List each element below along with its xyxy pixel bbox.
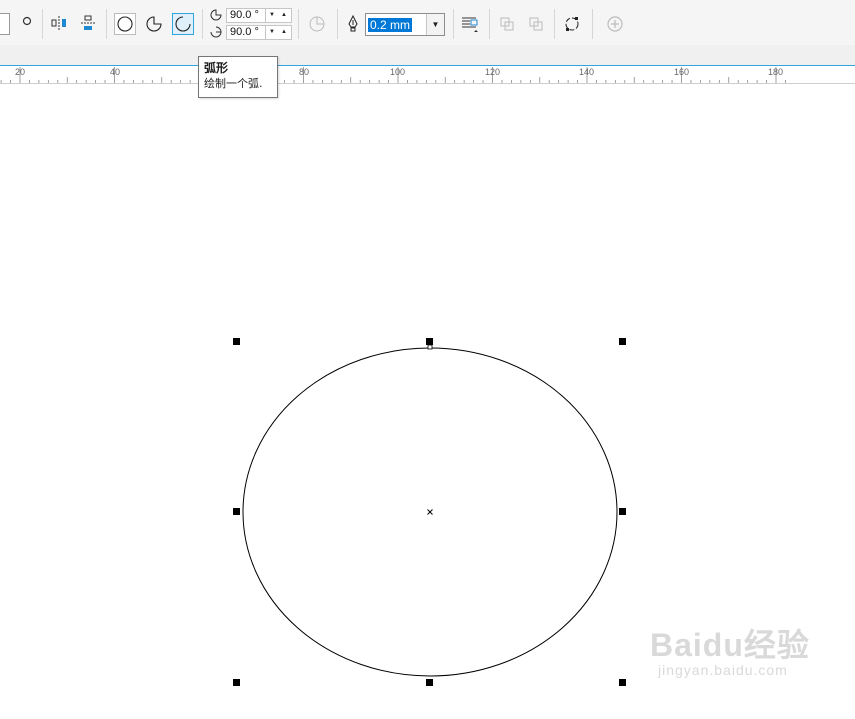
watermark-brand: Baidu经验 [650, 627, 810, 663]
selection-handle[interactable] [619, 508, 626, 515]
outline-width-value[interactable]: 0.2 mm [368, 18, 413, 32]
selection-handle[interactable] [233, 338, 240, 345]
pie-icon [146, 16, 162, 32]
ruler-label: 40 [110, 67, 121, 77]
lock-ratio-icon[interactable] [20, 14, 34, 28]
end-angle-down-arrow[interactable]: ▼ [266, 26, 278, 39]
to-front-icon[interactable] [496, 13, 518, 35]
arc-toggle-button[interactable] [172, 13, 194, 35]
center-marker [427, 509, 433, 515]
start-angle-icon [209, 8, 223, 22]
end-angle-icon [209, 25, 223, 39]
ruler-label: 120 [485, 67, 501, 77]
arc-icon [175, 16, 191, 32]
selection-handle[interactable] [619, 338, 626, 345]
change-direction-icon[interactable] [306, 13, 328, 35]
watermark: Baidu经验 jingyan.baidu.com [650, 628, 810, 678]
start-angle-field[interactable]: 90.0 ° ▼ ▲ [226, 8, 292, 23]
drawing-canvas[interactable] [0, 83, 855, 719]
convert-to-curves-icon[interactable] [561, 13, 583, 35]
tooltip-title: 弧形 [204, 61, 229, 75]
end-angle-field[interactable]: 90.0 ° ▼ ▲ [226, 25, 292, 40]
watermark-url: jingyan.baidu.com [658, 662, 788, 678]
end-angle-value: 90.0 ° [230, 26, 259, 38]
add-icon[interactable] [604, 13, 626, 35]
ruler-label: 160 [674, 67, 690, 77]
node-marker[interactable] [427, 344, 433, 350]
chevron-down-icon[interactable]: ▼ [426, 14, 444, 35]
outline-width-dropdown[interactable]: 0.2 mm ▼ [365, 13, 445, 36]
object-size-box-icon[interactable] [0, 13, 10, 35]
property-bar: 90.0 ° ▼ ▲ 90.0 ° ▼ ▲ 0.2 mm ▼ [0, 0, 855, 47]
start-angle-down-arrow[interactable]: ▼ [266, 9, 278, 22]
selection-handle[interactable] [233, 679, 240, 686]
ruler-label: 140 [579, 67, 595, 77]
selection-handle[interactable] [426, 338, 433, 345]
ruler-label: 80 [299, 67, 310, 77]
mirror-horizontal-icon[interactable] [49, 13, 69, 33]
toolbar-gap [0, 45, 855, 65]
ellipse-icon [117, 16, 133, 32]
ruler-label: 180 [768, 67, 784, 77]
to-back-icon[interactable] [525, 13, 547, 35]
selection-handle[interactable] [233, 508, 240, 515]
pie-toggle-button[interactable] [143, 13, 165, 35]
ellipse-toggle-button[interactable] [114, 13, 136, 35]
selection-handle[interactable] [619, 679, 626, 686]
tooltip-description: 绘制一个弧. [204, 77, 263, 90]
mirror-vertical-icon[interactable] [78, 13, 98, 33]
start-angle-value: 90.0 ° [230, 9, 259, 21]
pen-outline-icon [345, 14, 361, 34]
start-angle-up-arrow[interactable]: ▲ [278, 9, 290, 22]
ruler-label: 100 [390, 67, 406, 77]
selection-handle[interactable] [426, 679, 433, 686]
wrap-text-icon[interactable] [459, 13, 481, 35]
end-angle-up-arrow[interactable]: ▲ [278, 26, 290, 39]
arc-tooltip: 弧形 绘制一个弧. [198, 56, 278, 98]
horizontal-ruler[interactable]: 20 40 60 80 100 120 140 160 180 [0, 65, 855, 84]
ruler-label: 20 [15, 67, 26, 77]
